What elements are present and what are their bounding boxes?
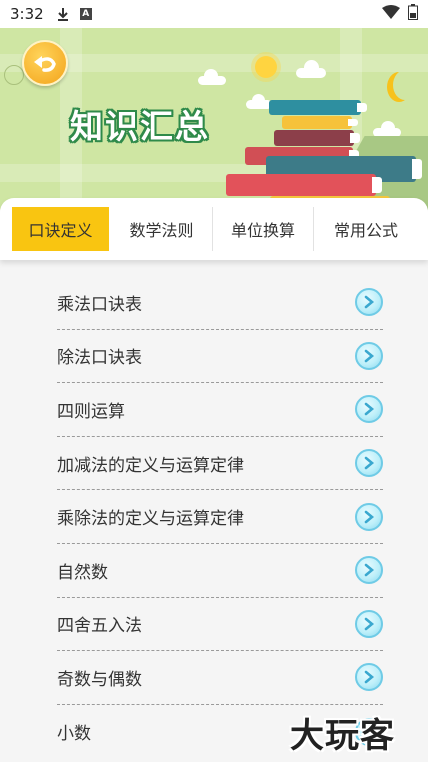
chevron-right-icon <box>355 502 383 531</box>
list-item[interactable]: 奇数与偶数 <box>57 651 383 705</box>
tab-common-formulas[interactable]: 常用公式 <box>314 207 418 251</box>
back-arrow-icon <box>34 56 56 72</box>
chevron-right-icon <box>355 395 383 424</box>
chevron-right-icon <box>355 341 383 370</box>
chevron-right-icon <box>355 663 383 692</box>
topic-list: 乘法口诀表 除法口诀表 四则运算 加减法的定义与运算定律 乘除法的定义与运算定律… <box>0 276 428 758</box>
list-item-label: 自然数 <box>57 562 108 583</box>
tab-label: 单位换算 <box>230 221 295 240</box>
moon-icon <box>393 70 417 100</box>
tab-bar: 口诀定义 数学法则 单位换算 常用公式 <box>0 198 428 260</box>
battery-icon <box>408 4 418 24</box>
tab-label: 口诀定义 <box>28 221 93 240</box>
sun-icon <box>255 56 277 78</box>
back-button[interactable] <box>22 40 68 86</box>
chevron-right-icon <box>355 449 383 478</box>
tab-label: 常用公式 <box>333 221 398 240</box>
list-item-label: 除法口诀表 <box>57 348 142 369</box>
notification-badge: A <box>79 8 92 20</box>
cloud-icon <box>198 69 226 85</box>
chevron-right-icon <box>355 288 383 317</box>
ring-decoration <box>4 65 24 85</box>
tab-label: 数学法则 <box>129 221 194 240</box>
tab-unit-conversion[interactable]: 单位换算 <box>213 207 314 251</box>
list-item[interactable]: 乘法口诀表 <box>57 276 383 330</box>
list-item-label: 四则运算 <box>57 401 125 422</box>
list-item-label: 小数 <box>57 724 91 745</box>
status-time: 3:32 <box>10 5 44 23</box>
header-banner: 知识汇总 <box>0 28 428 210</box>
wifi-icon <box>382 5 400 23</box>
list-item-label: 四舍五入法 <box>57 616 142 637</box>
download-icon <box>56 7 70 21</box>
chevron-right-icon <box>355 556 383 585</box>
cloud-icon <box>296 60 326 78</box>
watermark-logo: 大玩客 <box>290 716 395 756</box>
list-item-label: 乘法口诀表 <box>57 294 142 315</box>
list-item[interactable]: 除法口诀表 <box>57 330 383 384</box>
list-item[interactable]: 加减法的定义与运算定律 <box>57 437 383 491</box>
list-item[interactable]: 四舍五入法 <box>57 598 383 652</box>
status-bar: 3:32 A <box>0 0 428 28</box>
list-item[interactable]: 自然数 <box>57 544 383 598</box>
list-item-label: 奇数与偶数 <box>57 669 142 690</box>
page-title: 知识汇总 <box>70 107 210 146</box>
list-item[interactable]: 四则运算 <box>57 383 383 437</box>
list-item[interactable]: 乘除法的定义与运算定律 <box>57 490 383 544</box>
list-item-label: 加减法的定义与运算定律 <box>57 455 244 476</box>
tab-math-rules[interactable]: 数学法则 <box>111 207 213 251</box>
list-item-label: 乘除法的定义与运算定律 <box>57 509 244 530</box>
chevron-right-icon <box>355 609 383 638</box>
tab-formulas-definitions[interactable]: 口诀定义 <box>12 207 109 251</box>
